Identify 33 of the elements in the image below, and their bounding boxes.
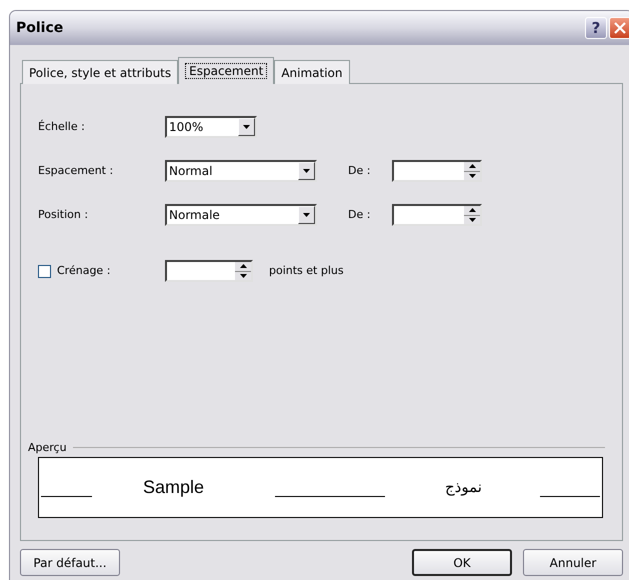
spin-field[interactable] [392,204,482,226]
checkbox[interactable] [38,264,51,278]
help-button[interactable]: ? [585,17,607,39]
field-label: De : [348,162,372,179]
dropdown[interactable]: Normal [165,160,317,182]
spin-arrows-icon [464,162,480,180]
dropdown-value: 100% [168,119,204,136]
field-label: Espacement : [38,162,114,179]
tab[interactable]: Espacement [178,57,274,84]
spin-arrows-icon [235,262,251,280]
field-label: Position : [38,206,90,223]
close-button[interactable] [609,17,629,39]
spin-field[interactable] [392,160,482,182]
dialog-button[interactable]: Annuler [523,549,623,576]
dropdown-value: Normale [168,207,221,224]
close-icon [614,22,626,34]
spin-arrows-icon [464,206,480,224]
tab[interactable]: Animation [274,60,350,84]
spin-field[interactable] [165,260,253,282]
checkbox-label: Crénage : [57,262,110,279]
dropdown-value: Normal [168,163,214,180]
field-label: Échelle : [38,118,86,135]
group-label: Aperçu [28,440,67,456]
field-label: De : [348,206,372,223]
window-title: Police [16,18,64,38]
units-label: points et plus [269,262,344,279]
dropdown[interactable]: 100% [165,116,257,138]
dialog-button[interactable]: OK [412,549,512,576]
dialog-button[interactable]: Par défaut... [20,549,120,576]
sample-text: Sample [143,476,206,499]
tab[interactable]: Police, style et attributs [22,60,178,84]
sample-text: نموذج [445,477,482,498]
dropdown[interactable]: Normale [165,204,317,226]
